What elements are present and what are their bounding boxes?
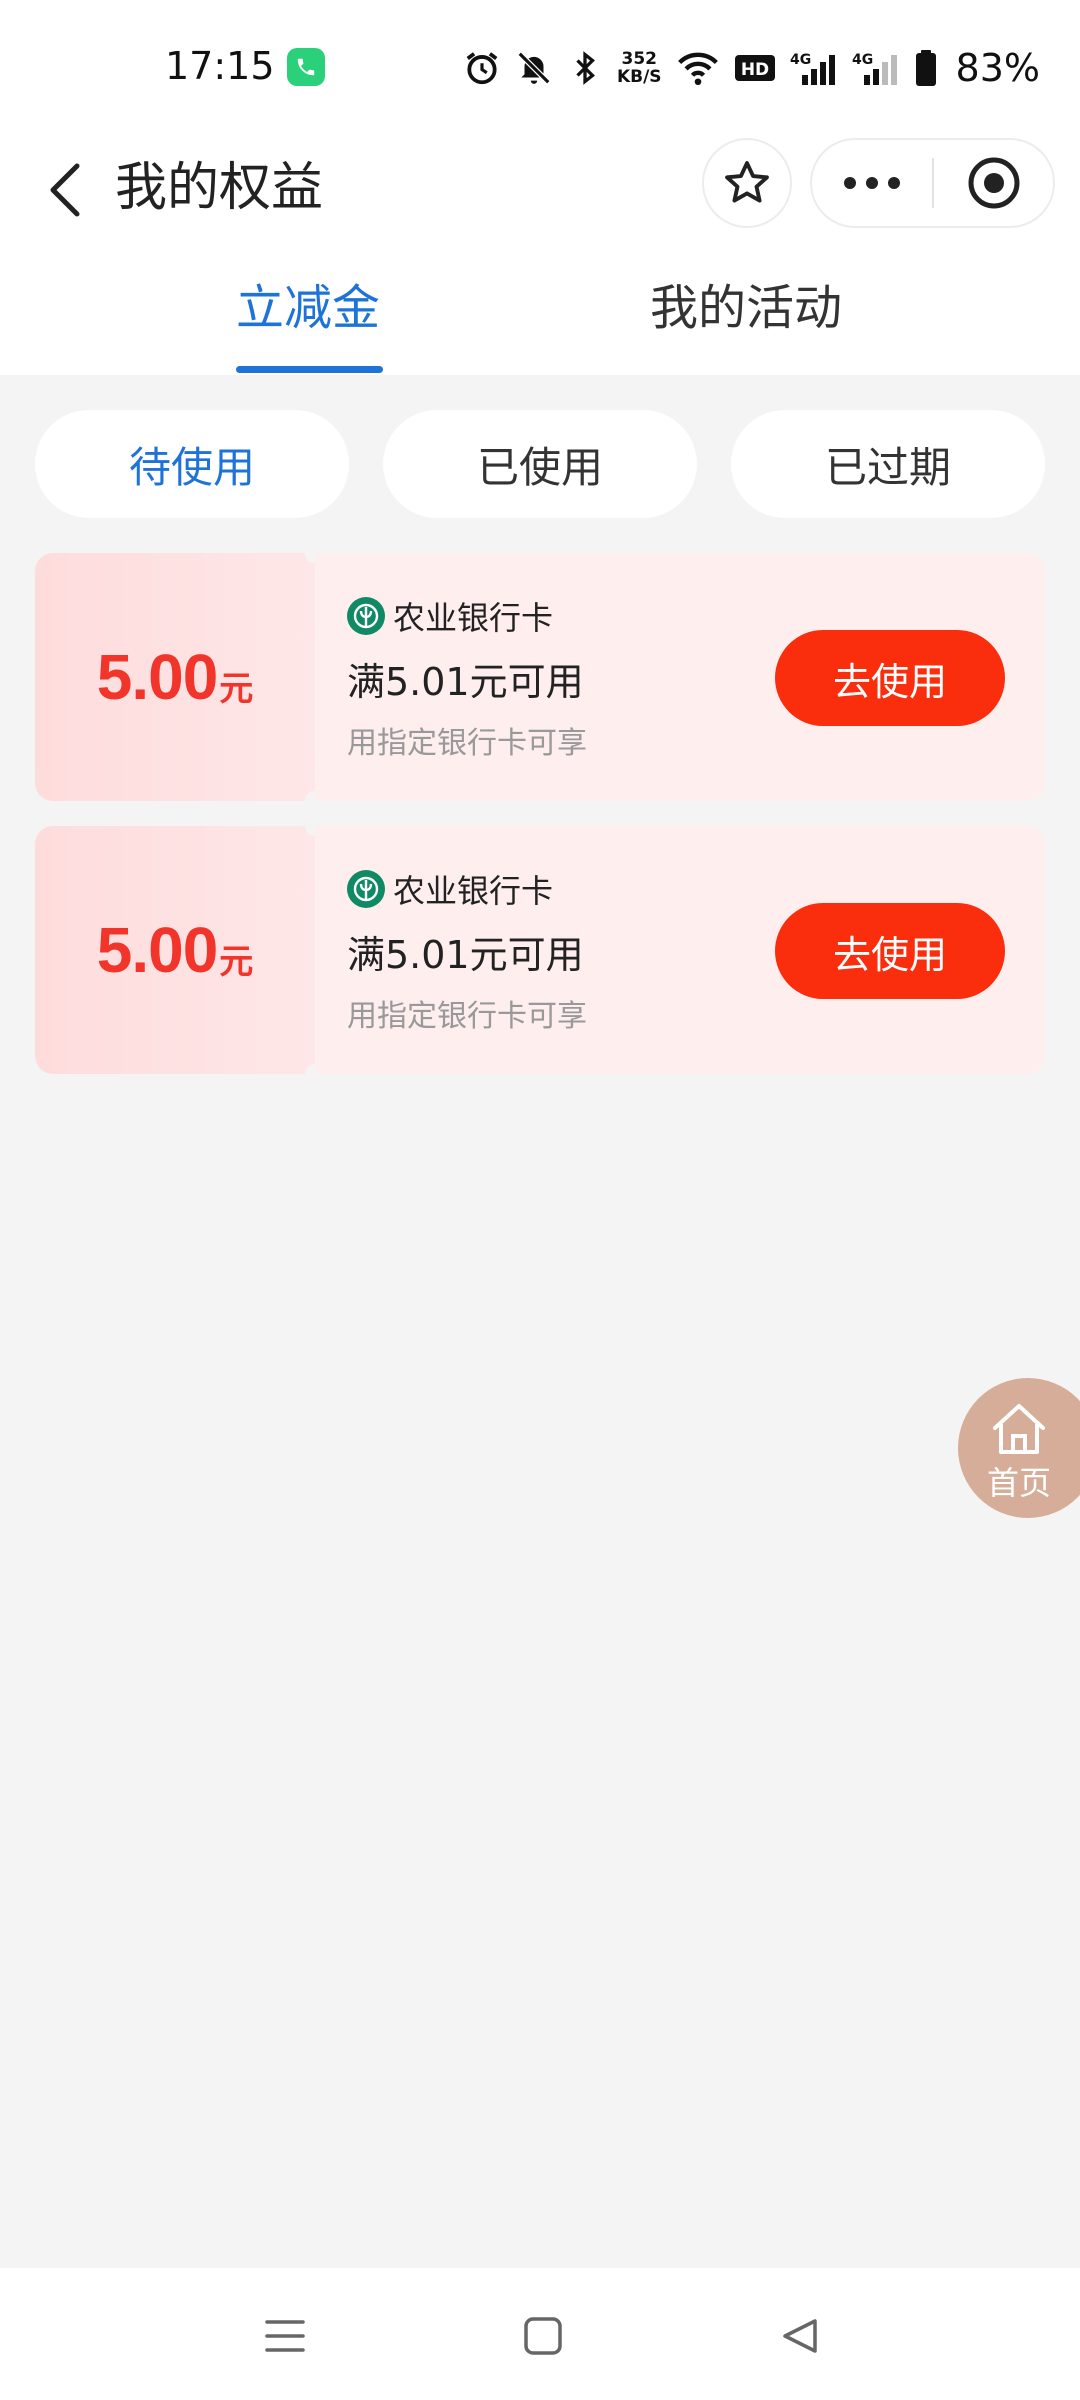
mute-bell-icon	[517, 51, 551, 85]
battery-icon	[915, 50, 936, 86]
coupon-condition: 满5.01元可用	[347, 660, 584, 704]
wifi-icon	[677, 52, 718, 86]
abc-bank-logo-icon	[347, 870, 385, 908]
coupon-amount: 5.00	[96, 914, 219, 986]
back-nav-button[interactable]	[770, 2306, 830, 2366]
filter-used[interactable]: 已使用	[383, 410, 697, 518]
triangle-back-icon	[783, 2319, 817, 2353]
menu-nav-button[interactable]	[255, 2306, 315, 2366]
phone-call-icon	[287, 48, 325, 86]
bank-row: 农业银行卡	[347, 593, 553, 639]
coupon-details: 农业银行卡 满5.01元可用 用指定银行卡可享 去使用	[315, 826, 1045, 1074]
coupon-note: 用指定银行卡可享	[347, 726, 587, 761]
abc-bank-logo-icon	[347, 597, 385, 635]
close-mini-program-button[interactable]	[934, 140, 1053, 226]
coupon-card: 5.00 元 农业银行卡 满5.01元可用 用指定银行卡可享 去使用	[35, 816, 1045, 1084]
bank-name: 农业银行卡	[393, 599, 554, 637]
bank-row: 农业银行卡	[347, 866, 553, 912]
coupon-amount: 5.00	[96, 641, 219, 713]
favorite-button[interactable]	[702, 138, 792, 228]
coupon-condition: 满5.01元可用	[347, 933, 584, 977]
menu-lines-icon	[265, 2320, 305, 2352]
chevron-left-icon	[50, 163, 80, 217]
signal-4g-icon: 4G	[790, 52, 835, 85]
header: 我的权益	[0, 130, 1080, 250]
star-icon	[725, 161, 769, 203]
battery-percent: 83%	[955, 46, 1040, 90]
svg-text:4G: 4G	[852, 52, 873, 68]
floating-home-label: 首页	[986, 1464, 1051, 1502]
tab-instant-discount[interactable]: 立减金	[236, 278, 380, 338]
coupon-unit: 元	[219, 668, 254, 709]
coupon-card: 5.00 元 农业银行卡 满5.01元可用 用指定银行卡可享 去使用	[35, 543, 1045, 811]
status-bar: 17:15 352 KB/S HD 4G 4G 83%	[0, 0, 1080, 130]
bank-name: 农业银行卡	[393, 872, 554, 910]
svg-text:HD: HD	[740, 60, 768, 80]
more-dots-icon	[844, 177, 900, 189]
status-icons: 352 KB/S HD 4G 4G 83%	[463, 44, 1040, 92]
tab-indicator	[236, 366, 383, 373]
filter-expired[interactable]: 已过期	[731, 410, 1045, 518]
svg-text:4G: 4G	[790, 52, 811, 68]
tab-my-activities[interactable]: 我的活动	[650, 278, 842, 338]
home-nav-button[interactable]	[513, 2306, 573, 2366]
network-speed: 352 KB/S	[616, 49, 662, 87]
page-title: 我的权益	[115, 158, 324, 218]
more-button[interactable]	[812, 140, 932, 226]
square-icon	[524, 2317, 562, 2355]
coupon-unit: 元	[219, 941, 254, 982]
coupon-value: 5.00 元	[35, 816, 325, 1084]
back-button[interactable]	[30, 150, 100, 230]
mini-program-capsule	[810, 138, 1055, 228]
bluetooth-icon	[576, 51, 595, 85]
alarm-icon	[466, 52, 498, 85]
top-tabs: 立减金 我的活动	[0, 250, 1080, 375]
coupon-value: 5.00 元	[35, 543, 325, 811]
coupon-note: 用指定银行卡可享	[347, 999, 587, 1034]
filter-bar: 待使用 已使用 已过期	[35, 410, 1045, 518]
target-circle-icon	[968, 157, 1019, 209]
home-icon	[993, 1404, 1045, 1454]
hd-icon: HD	[734, 55, 775, 81]
system-nav-bar	[0, 2268, 1080, 2400]
filter-pending[interactable]: 待使用	[35, 410, 349, 518]
status-time: 17:15	[165, 44, 275, 88]
use-coupon-button[interactable]: 去使用	[775, 903, 1005, 999]
floating-home-button[interactable]: 首页	[958, 1378, 1080, 1518]
signal-4g-icon-2: 4G	[852, 52, 897, 85]
use-coupon-button[interactable]: 去使用	[775, 630, 1005, 726]
coupon-details: 农业银行卡 满5.01元可用 用指定银行卡可享 去使用	[315, 553, 1045, 801]
